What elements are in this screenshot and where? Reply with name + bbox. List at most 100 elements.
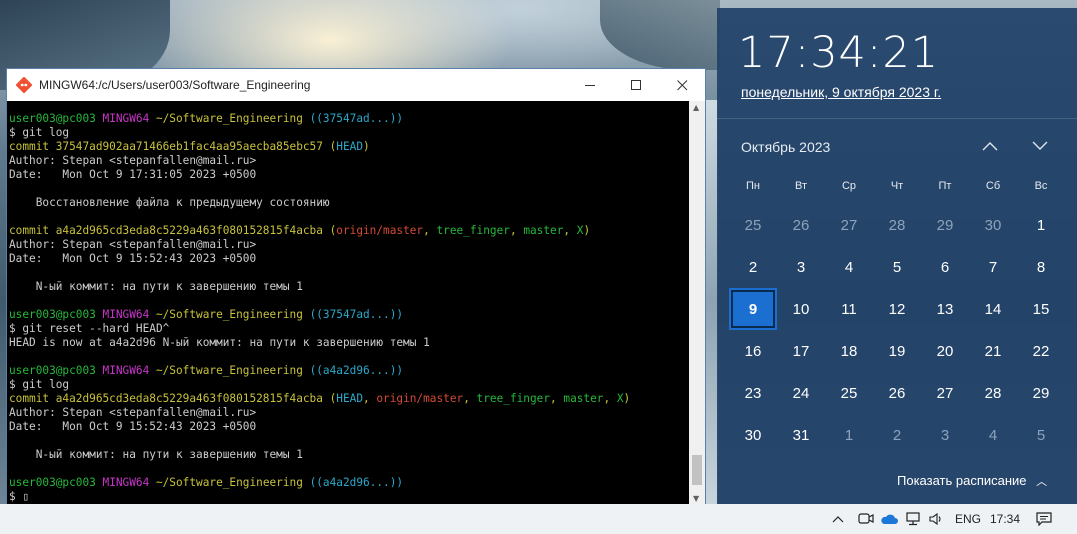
- calendar-day[interactable]: 21: [969, 330, 1017, 372]
- calendar-day[interactable]: 2: [729, 246, 777, 288]
- calendar-day[interactable]: 26: [777, 204, 825, 246]
- terminal-text-segment: ,: [603, 392, 617, 405]
- full-date-link[interactable]: понедельник, 9 октября 2023 г.: [741, 84, 941, 100]
- volume-icon[interactable]: [928, 504, 944, 534]
- calendar-day[interactable]: 27: [825, 204, 873, 246]
- terminal-text-segment: ~/Software_Engineering: [155, 308, 310, 321]
- show-hidden-icons-chevron-icon[interactable]: [832, 504, 844, 534]
- calendar-day[interactable]: 29: [921, 204, 969, 246]
- calendar-day[interactable]: 11: [825, 288, 873, 330]
- minimize-button[interactable]: [567, 69, 613, 101]
- terminal-line: Восстановление файла к предыдущему состо…: [9, 196, 689, 210]
- calendar-day[interactable]: 17: [777, 330, 825, 372]
- calendar-day[interactable]: 19: [873, 330, 921, 372]
- calendar-day[interactable]: 10: [777, 288, 825, 330]
- calendar-day[interactable]: 25: [729, 204, 777, 246]
- terminal-text-segment: $ git reset --hard HEAD^: [9, 322, 170, 335]
- meet-now-icon[interactable]: [858, 504, 874, 534]
- terminal-text-segment: $ git log: [9, 126, 70, 139]
- terminal-line: $ git reset --hard HEAD^: [9, 322, 689, 336]
- terminal-text-segment: ): [363, 140, 370, 153]
- calendar-day[interactable]: 12: [873, 288, 921, 330]
- chevron-up-icon: ︿: [1036, 476, 1048, 488]
- calendar-day[interactable]: 6: [921, 246, 969, 288]
- terminal-line: Author: Stepan <stepanfallen@mail.ru>: [9, 406, 689, 420]
- close-button[interactable]: [659, 69, 705, 101]
- maximize-button[interactable]: [613, 69, 659, 101]
- calendar-day[interactable]: 3: [921, 414, 969, 456]
- calendar-day[interactable]: 28: [969, 372, 1017, 414]
- calendar-day[interactable]: 18: [825, 330, 873, 372]
- terminal-line: N-ый коммит: на пути к завершению темы 1: [9, 448, 689, 462]
- terminal-line: $ ▯: [9, 490, 689, 504]
- calendar-day[interactable]: 1: [1017, 204, 1065, 246]
- chevron-down-icon[interactable]: [1031, 136, 1049, 157]
- calendar-day[interactable]: 3: [777, 246, 825, 288]
- terminal-line: user003@pc003 MINGW64 ~/Software_Enginee…: [9, 364, 689, 378]
- window-title: MINGW64:/c/Users/user003/Software_Engine…: [39, 78, 311, 92]
- show-agenda-button[interactable]: Показать расписание ︿: [897, 473, 1047, 489]
- calendar-day[interactable]: 1: [825, 414, 873, 456]
- calendar-day[interactable]: 4: [969, 414, 1017, 456]
- taskbar-clock[interactable]: 17:34: [990, 504, 1020, 534]
- notification-center-icon[interactable]: [1036, 504, 1052, 534]
- terminal-text-segment: ): [583, 224, 591, 237]
- calendar-day[interactable]: 29: [1017, 372, 1065, 414]
- terminal-output[interactable]: user003@pc003 MINGW64 ~/Software_Enginee…: [7, 101, 689, 505]
- onedrive-cloud-icon[interactable]: [880, 504, 898, 534]
- calendar-day[interactable]: 5: [873, 246, 921, 288]
- calendar-day[interactable]: 26: [873, 372, 921, 414]
- minimize-icon: [584, 84, 595, 86]
- terminal-text-segment: ,: [550, 392, 564, 405]
- terminal-line: commit 37547ad902aa71466eb1fac4aa95aecba…: [9, 140, 689, 154]
- calendar-day[interactable]: 27: [921, 372, 969, 414]
- terminal-line: user003@pc003 MINGW64 ~/Software_Enginee…: [9, 112, 689, 126]
- terminal-line: user003@pc003 MINGW64 ~/Software_Enginee…: [9, 476, 689, 490]
- calendar-day-today[interactable]: 9: [729, 288, 777, 330]
- calendar-day[interactable]: 20: [921, 330, 969, 372]
- terminal-text-segment: user003@pc003: [9, 308, 103, 321]
- calendar-day[interactable]: 4: [825, 246, 873, 288]
- calendar-day[interactable]: 5: [1017, 414, 1065, 456]
- terminal-text-segment: N-ый коммит: на пути к завершению темы 1: [9, 448, 303, 461]
- network-icon[interactable]: [905, 504, 921, 534]
- wallpaper-rock: [600, 0, 720, 70]
- calendar-day[interactable]: 23: [729, 372, 777, 414]
- calendar-day[interactable]: 8: [1017, 246, 1065, 288]
- calendar-month-title[interactable]: Октябрь 2023: [741, 139, 830, 155]
- calendar-day[interactable]: 16: [729, 330, 777, 372]
- calendar-weekday-row: Пн Вт Ср Чт Пт Сб Вс: [729, 180, 1065, 192]
- scroll-down-icon[interactable]: ▼: [693, 494, 699, 503]
- calendar-day[interactable]: 7: [969, 246, 1017, 288]
- window-titlebar[interactable]: MINGW64:/c/Users/user003/Software_Engine…: [7, 69, 705, 101]
- calendar-day[interactable]: 2: [873, 414, 921, 456]
- mingw-terminal-window[interactable]: MINGW64:/c/Users/user003/Software_Engine…: [6, 68, 706, 506]
- calendar-day[interactable]: 28: [873, 204, 921, 246]
- calendar-day[interactable]: 22: [1017, 330, 1065, 372]
- terminal-text-segment: master: [523, 224, 564, 237]
- terminal-text-segment: ((a4a2d96...)): [309, 364, 404, 377]
- chevron-up-icon[interactable]: [981, 136, 999, 157]
- scroll-thumb[interactable]: [692, 455, 702, 485]
- weekday-label: Вс: [1034, 180, 1048, 192]
- calendar-day[interactable]: 30: [729, 414, 777, 456]
- terminal-scrollbar[interactable]: ▲ ▼: [689, 101, 705, 505]
- terminal-text-segment: X: [616, 392, 624, 405]
- calendar-day[interactable]: 24: [777, 372, 825, 414]
- weekday-label: Ср: [841, 180, 857, 192]
- calendar-day[interactable]: 15: [1017, 288, 1065, 330]
- calendar-day[interactable]: 31: [777, 414, 825, 456]
- input-language-indicator[interactable]: ENG: [955, 504, 981, 534]
- weekday-label: Пт: [938, 180, 952, 192]
- terminal-text-segment: HEAD is now at a4a2d96 N-ый коммит: на п…: [9, 336, 430, 349]
- calendar-day[interactable]: 14: [969, 288, 1017, 330]
- scroll-up-icon[interactable]: ▲: [693, 103, 699, 112]
- calendar-day[interactable]: 25: [825, 372, 873, 414]
- terminal-text-segment: Author: Stepan <stepanfallen@mail.ru>: [9, 238, 257, 251]
- terminal-line: user003@pc003 MINGW64 ~/Software_Enginee…: [9, 308, 689, 322]
- calendar-day[interactable]: 30: [969, 204, 1017, 246]
- calendar-day[interactable]: 13: [921, 288, 969, 330]
